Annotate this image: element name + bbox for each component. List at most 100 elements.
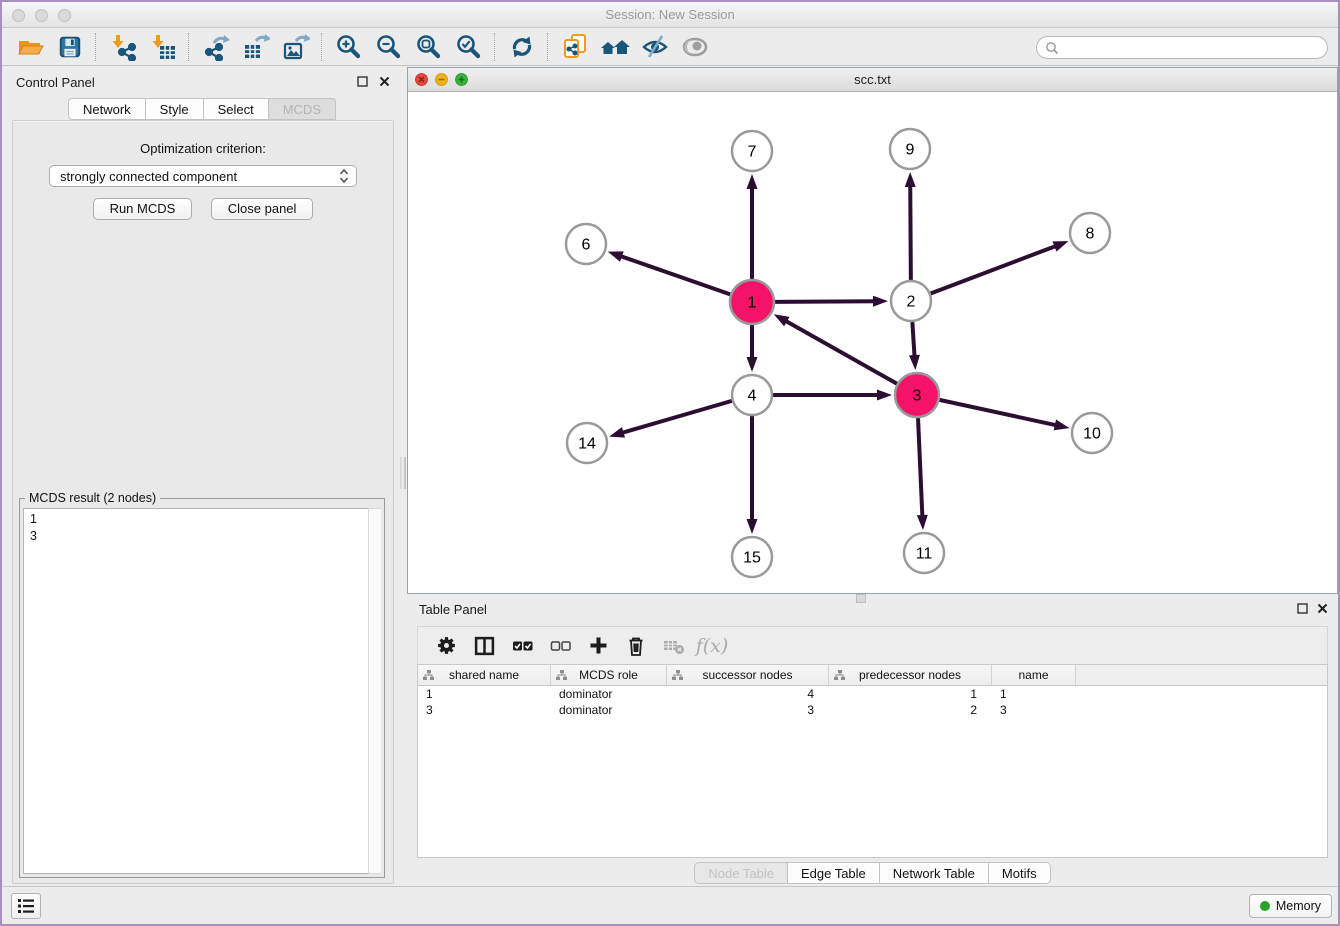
cell-shared-name[interactable]: 1 xyxy=(418,686,551,702)
close-panel-icon[interactable] xyxy=(379,76,390,87)
plus-icon xyxy=(588,635,609,656)
cell-MCDS-role[interactable]: dominator xyxy=(551,686,667,702)
hide-style-button[interactable] xyxy=(635,31,675,63)
close-panel-button[interactable]: Close panel xyxy=(211,198,314,220)
graph-node-label-2: 2 xyxy=(907,294,916,311)
result-line: 3 xyxy=(30,528,374,545)
tab-motifs[interactable]: Motifs xyxy=(989,862,1051,884)
tab-network-table[interactable]: Network Table xyxy=(880,862,989,884)
graph-edge-1-6[interactable] xyxy=(618,255,730,294)
graph-edge-3-1[interactable] xyxy=(783,320,897,384)
zoom-selected-button[interactable] xyxy=(449,31,489,63)
graph-edge-3-11[interactable] xyxy=(918,418,922,519)
column-tree-icon xyxy=(834,670,846,681)
column-header-MCDS-role[interactable]: MCDS role xyxy=(551,665,667,686)
float-table-panel-icon[interactable] xyxy=(1297,603,1308,614)
toolbar-separator xyxy=(321,33,324,61)
export-table-button[interactable] xyxy=(236,31,276,63)
cell-shared-name[interactable]: 3 xyxy=(418,702,551,718)
mcds-result-text[interactable]: 13 xyxy=(23,508,381,874)
network-canvas[interactable]: 7968124314101511 xyxy=(408,93,1337,593)
delete-table-icon xyxy=(663,636,685,656)
optimization-criterion-select[interactable]: strongly connected component xyxy=(49,165,357,187)
clone-network-button[interactable] xyxy=(555,31,595,63)
import-table-button[interactable] xyxy=(143,31,183,63)
run-mcds-button[interactable]: Run MCDS xyxy=(93,198,193,220)
float-panel-icon[interactable] xyxy=(357,76,368,87)
table-row[interactable]: 1dominator411 xyxy=(418,686,1327,702)
graph-edge-2-3[interactable] xyxy=(912,322,914,359)
deselect-all-button[interactable] xyxy=(548,634,572,658)
home-layout-button[interactable] xyxy=(595,31,635,63)
add-row-button[interactable] xyxy=(586,634,610,658)
cell-predecessor-nodes[interactable]: 2 xyxy=(829,702,992,718)
cell-successor-nodes[interactable]: 4 xyxy=(667,686,829,702)
export-image-button[interactable] xyxy=(276,31,316,63)
save-session-button[interactable] xyxy=(50,31,90,63)
graph-edge-arrowhead xyxy=(1054,420,1070,431)
column-header-predecessor-nodes[interactable]: predecessor nodes xyxy=(829,665,992,686)
task-history-button[interactable] xyxy=(11,893,41,919)
result-scrollbar[interactable] xyxy=(368,508,381,874)
import-network-button[interactable] xyxy=(103,31,143,63)
column-tree-icon xyxy=(556,670,568,681)
tab-select[interactable]: Select xyxy=(204,98,269,120)
column-settings-button[interactable] xyxy=(434,634,458,658)
column-header-successor-nodes[interactable]: successor nodes xyxy=(667,665,829,686)
cell-name[interactable]: 3 xyxy=(992,702,1076,718)
split-column-button[interactable] xyxy=(472,634,496,658)
column-header-name[interactable]: name xyxy=(992,665,1076,686)
delete-row-button[interactable] xyxy=(624,634,648,658)
column-header-shared-name[interactable]: shared name xyxy=(418,665,551,686)
graph-edge-3-10[interactable] xyxy=(939,400,1058,426)
tab-mcds[interactable]: MCDS xyxy=(269,98,336,120)
cell-MCDS-role[interactable]: dominator xyxy=(551,702,667,718)
tab-network[interactable]: Network xyxy=(68,98,146,120)
graph-edge-2-8[interactable] xyxy=(931,245,1059,293)
import-table-icon xyxy=(149,33,177,61)
graph-edge-arrowhead xyxy=(609,427,625,438)
graph-edge-1-2[interactable] xyxy=(775,301,877,302)
zoom-in-button[interactable] xyxy=(329,31,369,63)
export-network-icon xyxy=(202,33,230,61)
graph-node-label-6: 6 xyxy=(582,237,591,254)
close-table-panel-icon[interactable] xyxy=(1317,603,1328,614)
graph-node-label-9: 9 xyxy=(906,142,915,159)
tab-style[interactable]: Style xyxy=(146,98,204,120)
gear-icon xyxy=(436,635,457,656)
refresh-button[interactable] xyxy=(502,31,542,63)
zoom-fit-button[interactable] xyxy=(409,31,449,63)
table-row[interactable]: 3dominator323 xyxy=(418,702,1327,718)
application-window: Session: New Session xyxy=(0,0,1340,926)
table-panel: Table Panel xyxy=(407,596,1338,890)
cell-predecessor-nodes[interactable]: 1 xyxy=(829,686,992,702)
zoom-fit-icon xyxy=(415,33,443,61)
search-input[interactable] xyxy=(1036,36,1328,59)
show-graphics-button[interactable] xyxy=(675,31,715,63)
cell-name[interactable]: 1 xyxy=(992,686,1076,702)
eye-icon xyxy=(680,33,710,61)
cell-successor-nodes[interactable]: 3 xyxy=(667,702,829,718)
memory-button[interactable]: Memory xyxy=(1249,894,1332,918)
graph-node-label-7: 7 xyxy=(748,144,757,161)
select-stepper-icon xyxy=(338,168,350,184)
graph-edge-arrowhead xyxy=(747,519,758,534)
header-filler xyxy=(1076,665,1327,686)
network-graph: 7968124314101511 xyxy=(408,93,1337,594)
graph-edge-2-9[interactable] xyxy=(910,183,911,280)
optimization-criterion-label: Optimization criterion: xyxy=(13,141,393,156)
graph-node-label-11: 11 xyxy=(916,546,933,563)
export-network-button[interactable] xyxy=(196,31,236,63)
mcds-result-group: MCDS result (2 nodes) 13 xyxy=(19,498,385,878)
result-line: 1 xyxy=(30,511,374,528)
graph-edge-arrowhead xyxy=(873,296,888,307)
open-session-button[interactable] xyxy=(10,31,50,63)
graph-node-label-15: 15 xyxy=(743,550,761,567)
tab-edge-table[interactable]: Edge Table xyxy=(788,862,880,884)
select-all-button[interactable] xyxy=(510,634,534,658)
deselect-all-icon xyxy=(550,636,571,656)
graph-edge-4-14[interactable] xyxy=(620,401,732,434)
tab-node-table[interactable]: Node Table xyxy=(694,862,788,884)
vertical-splitter-grip[interactable] xyxy=(400,457,406,489)
zoom-out-button[interactable] xyxy=(369,31,409,63)
